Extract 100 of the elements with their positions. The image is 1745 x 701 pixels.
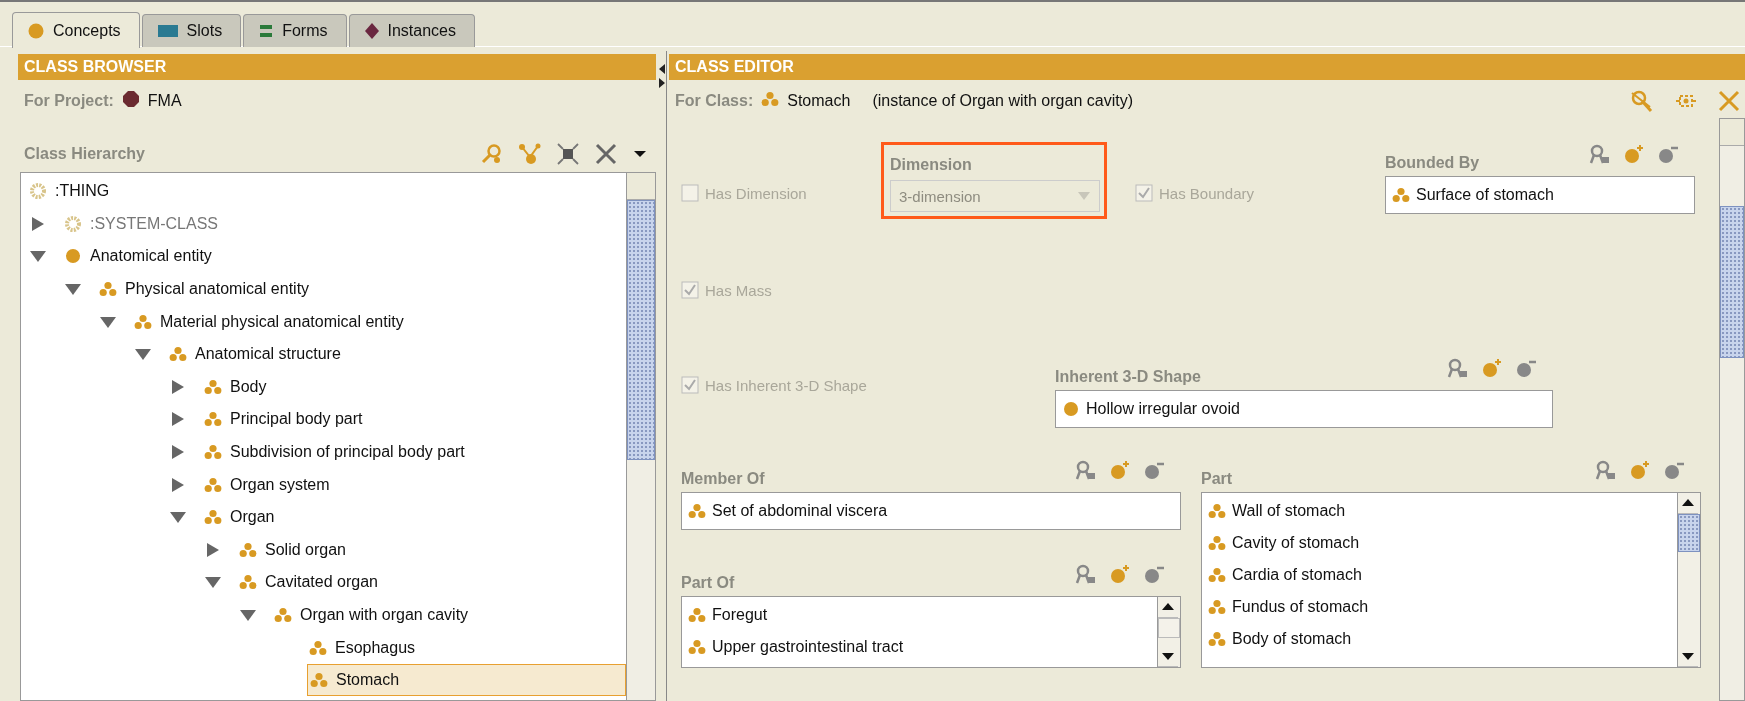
scrollbar[interactable]	[1677, 493, 1700, 667]
class-icon	[1208, 599, 1226, 615]
class-icon	[309, 639, 327, 656]
checkbox-label: Has Mass	[705, 281, 772, 299]
search-icon[interactable]	[480, 143, 504, 165]
remove-icon[interactable]	[1515, 358, 1537, 378]
tree-item[interactable]: Esophagus	[307, 632, 422, 663]
tree-item[interactable]: Organ with organ cavity	[272, 600, 475, 630]
checkbox-label: Has Boundary	[1159, 184, 1255, 202]
scrollbar[interactable]	[1719, 118, 1745, 701]
class-icon	[204, 509, 222, 526]
class-icon	[204, 476, 222, 493]
panel-header: CLASS EDITOR	[669, 54, 1745, 80]
search-icon[interactable]	[1595, 460, 1617, 480]
class-icon	[688, 639, 706, 655]
class-icon	[1392, 187, 1410, 203]
field-label: Dimension	[890, 156, 973, 174]
list-field[interactable]: Wall of stomach Cavity of stomach Cardia of stomach Fundus of stomach Body of stomach	[1201, 492, 1701, 668]
tree-item[interactable]: Organ	[202, 502, 281, 533]
class-icon	[134, 313, 152, 330]
remove-icon[interactable]	[1143, 460, 1165, 480]
scrollbar-thumb[interactable]	[1678, 514, 1700, 552]
add-icon[interactable]	[1109, 460, 1131, 480]
add-icon[interactable]	[1481, 358, 1503, 378]
class-icon	[99, 281, 117, 298]
splitter-handle[interactable]	[658, 51, 667, 701]
circle-icon	[64, 247, 82, 266]
tree-item[interactable]: Stomach	[307, 664, 626, 697]
tree-item[interactable]: Body	[202, 371, 273, 402]
search-icon[interactable]	[1589, 144, 1611, 164]
scrollbar[interactable]	[626, 173, 655, 700]
close-icon[interactable]	[1717, 89, 1741, 113]
branch-icon[interactable]	[518, 143, 542, 165]
search-icon[interactable]	[1629, 89, 1655, 113]
dropdown-arrow-icon	[1077, 191, 1091, 201]
list-item[interactable]: Cardia of stomach	[1202, 559, 1677, 591]
tree-item[interactable]: Material physical anatomical entity	[132, 306, 410, 337]
remove-icon[interactable]	[1657, 144, 1679, 164]
class-icon	[239, 574, 257, 591]
tab[interactable]: Concepts	[12, 12, 140, 48]
class-icon	[1208, 503, 1226, 519]
class-icon	[204, 444, 222, 461]
list-item[interactable]: Upper gastrointestinal tract	[682, 631, 1157, 663]
add-icon[interactable]	[1623, 144, 1645, 164]
remove-icon[interactable]	[1663, 460, 1685, 480]
class-icon	[239, 541, 257, 558]
class-name: Stomach	[787, 92, 851, 110]
tree-item[interactable]: Organ system	[202, 469, 336, 500]
search-icon[interactable]	[1075, 460, 1097, 480]
ring-icon	[64, 214, 82, 233]
remove-icon[interactable]	[1143, 564, 1165, 584]
class-icon	[1208, 631, 1226, 647]
class-icon	[688, 607, 706, 623]
tab[interactable]: Forms	[243, 14, 347, 47]
class-icon	[204, 411, 222, 428]
field-label: Bounded By	[1385, 154, 1480, 172]
project-name: FMA	[147, 92, 182, 110]
class-label: For Class:	[675, 92, 754, 110]
list-item[interactable]: Fundus of stomach	[1202, 591, 1677, 623]
class-icon	[204, 378, 222, 395]
field-label: Member Of	[681, 470, 765, 488]
tree-item[interactable]: Anatomical structure	[167, 339, 347, 370]
tree-item[interactable]: Anatomical entity	[62, 241, 218, 272]
checkbox-label: Has Dimension	[705, 184, 807, 202]
field-label: Part Of	[681, 574, 735, 592]
tree-item[interactable]: Subdivision of principal body part	[202, 437, 471, 468]
square-icon[interactable]	[556, 143, 580, 165]
add-icon[interactable]	[1629, 460, 1651, 480]
project-icon	[121, 90, 140, 108]
tree-item[interactable]: :THING	[27, 176, 116, 207]
list-item[interactable]: Cavity of stomach	[1202, 527, 1677, 559]
hierarchy-label: Class Hierarchy	[24, 145, 146, 163]
list-field[interactable]: Foregut Upper gastrointestinal tract	[681, 596, 1181, 668]
tab[interactable]: Instances	[348, 14, 475, 47]
diamond-icon	[363, 22, 380, 40]
tree-item[interactable]: Principal body part	[202, 404, 369, 435]
tree-item[interactable]: :SYSTEM-CLASS	[62, 208, 225, 239]
tab[interactable]: Slots	[141, 14, 242, 47]
list-item[interactable]: Body of stomach	[1202, 623, 1677, 655]
tree-item[interactable]: Physical anatomical entity	[97, 274, 316, 305]
class-icon	[761, 91, 780, 107]
rectangle-icon	[156, 24, 179, 38]
tree-item[interactable]: Cavitated organ	[237, 567, 384, 598]
scrollbar[interactable]	[1157, 597, 1180, 667]
class-icon	[1208, 535, 1226, 551]
list-item[interactable]: Foregut	[682, 599, 1157, 631]
search-icon[interactable]	[1447, 358, 1469, 378]
class-icon	[1208, 567, 1226, 583]
scrollbar-thumb[interactable]	[1158, 618, 1180, 638]
ring-icon	[29, 182, 47, 201]
delete-icon[interactable]	[594, 143, 618, 165]
project-label: For Project:	[24, 92, 114, 110]
circle-icon	[1062, 400, 1080, 418]
tree-item[interactable]: Solid organ	[237, 534, 352, 565]
form-icon	[258, 23, 275, 39]
list-item[interactable]: Wall of stomach	[1202, 495, 1677, 527]
add-icon[interactable]	[1109, 564, 1131, 584]
class-icon	[688, 503, 706, 519]
class-icon	[169, 346, 187, 363]
search-icon[interactable]	[1075, 564, 1097, 584]
